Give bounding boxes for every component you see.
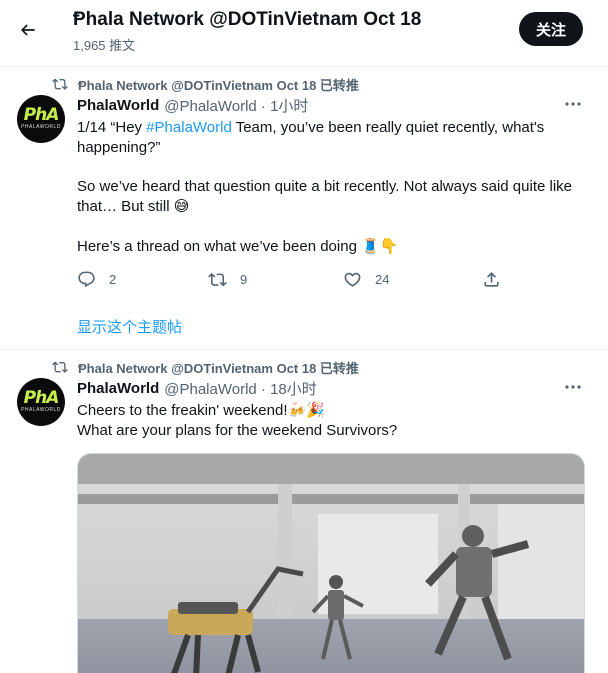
reply-button[interactable]: 2 xyxy=(77,270,116,289)
retweet-icon xyxy=(208,273,227,287)
reply-count: 2 xyxy=(109,272,117,287)
author-row: PhalaWorld @PhalaWorld · 18小时 xyxy=(77,378,317,398)
tweet-text-pre: 1/14 “Hey xyxy=(77,119,147,136)
like-count: 24 xyxy=(375,272,390,287)
more-button[interactable] xyxy=(563,96,583,112)
more-dots-icon xyxy=(565,385,581,389)
retweet-context: Ᵽhala Network @DOTinVietnam Oct 18 已转推 xyxy=(52,358,359,376)
hashtag-link[interactable]: #PhalaWorld xyxy=(146,119,232,136)
avatar[interactable]: PhA PHALAWORLD xyxy=(17,95,65,143)
author-name[interactable]: PhalaWorld xyxy=(77,380,159,397)
share-button[interactable] xyxy=(482,270,501,289)
avatar-logo: PhA xyxy=(23,388,60,408)
retweet-button[interactable]: 9 xyxy=(208,270,247,289)
show-thread-link[interactable]: 显示这个主题帖 xyxy=(77,316,182,337)
tweet-actions: 2 9 24 xyxy=(77,270,507,290)
follow-button[interactable]: 关注 xyxy=(519,12,583,46)
retweet-icon xyxy=(52,361,68,373)
tweet-text-para3: Here’s a thread on what we’ve been doing… xyxy=(77,238,399,255)
retweet-icon xyxy=(52,78,68,90)
share-icon xyxy=(484,272,499,287)
retweet-context: Ᵽhala Network @DOTinVietnam Oct 18 已转推 xyxy=(52,75,359,93)
tweet-text-line2: What are your plans for the weekend Surv… xyxy=(77,422,398,439)
tweet-text-para2: So we’ve heard that question quite a bit… xyxy=(77,178,572,215)
tweet-1[interactable]: Ᵽhala Network @DOTinVietnam Oct 18 已转推 P… xyxy=(0,67,608,350)
author-handle-time[interactable]: @PhalaWorld · 18小时 xyxy=(164,378,317,399)
tweet-2[interactable]: Ᵽhala Network @DOTinVietnam Oct 18 已转推 P… xyxy=(0,350,608,673)
author-name[interactable]: PhalaWorld xyxy=(77,97,159,114)
tweet-media-video[interactable] xyxy=(77,453,585,673)
author-row: PhalaWorld @PhalaWorld · 1小时 xyxy=(77,95,308,115)
tweet-count: 1,965 推文 xyxy=(73,38,136,53)
retweet-count: 9 xyxy=(240,272,248,287)
tweet-text-line1: Cheers to the freakin' weekend!🍻🎉 xyxy=(77,402,325,419)
page-title: Ᵽhala Network @DOTinVietnam Oct 18 xyxy=(73,9,422,30)
back-button[interactable] xyxy=(11,13,45,47)
retweet-context-text: Ᵽhala Network @DOTinVietnam Oct 18 已转推 xyxy=(78,360,359,376)
more-dots-icon xyxy=(565,102,581,106)
author-handle-time[interactable]: @PhalaWorld · 1小时 xyxy=(164,95,308,116)
reply-icon xyxy=(78,271,95,288)
tweet-text-para1: 1/14 “Hey #PhalaWorld Team, you’ve been … xyxy=(77,118,592,158)
avatar-logo: PhA xyxy=(23,105,60,125)
top-header: Ᵽhala Network @DOTinVietnam Oct 18 1,965… xyxy=(0,0,608,67)
avatar-logo-sub: PHALAWORLD xyxy=(21,124,61,130)
avatar-logo-sub: PHALAWORLD xyxy=(21,407,61,413)
more-button[interactable] xyxy=(563,379,583,395)
retweet-context-text: Ᵽhala Network @DOTinVietnam Oct 18 已转推 xyxy=(78,77,359,93)
heart-icon xyxy=(344,272,361,287)
avatar[interactable]: PhA PHALAWORLD xyxy=(17,378,65,426)
like-button[interactable]: 24 xyxy=(343,270,389,289)
robots-dancing-image xyxy=(78,454,584,673)
arrow-left-icon xyxy=(20,24,35,36)
